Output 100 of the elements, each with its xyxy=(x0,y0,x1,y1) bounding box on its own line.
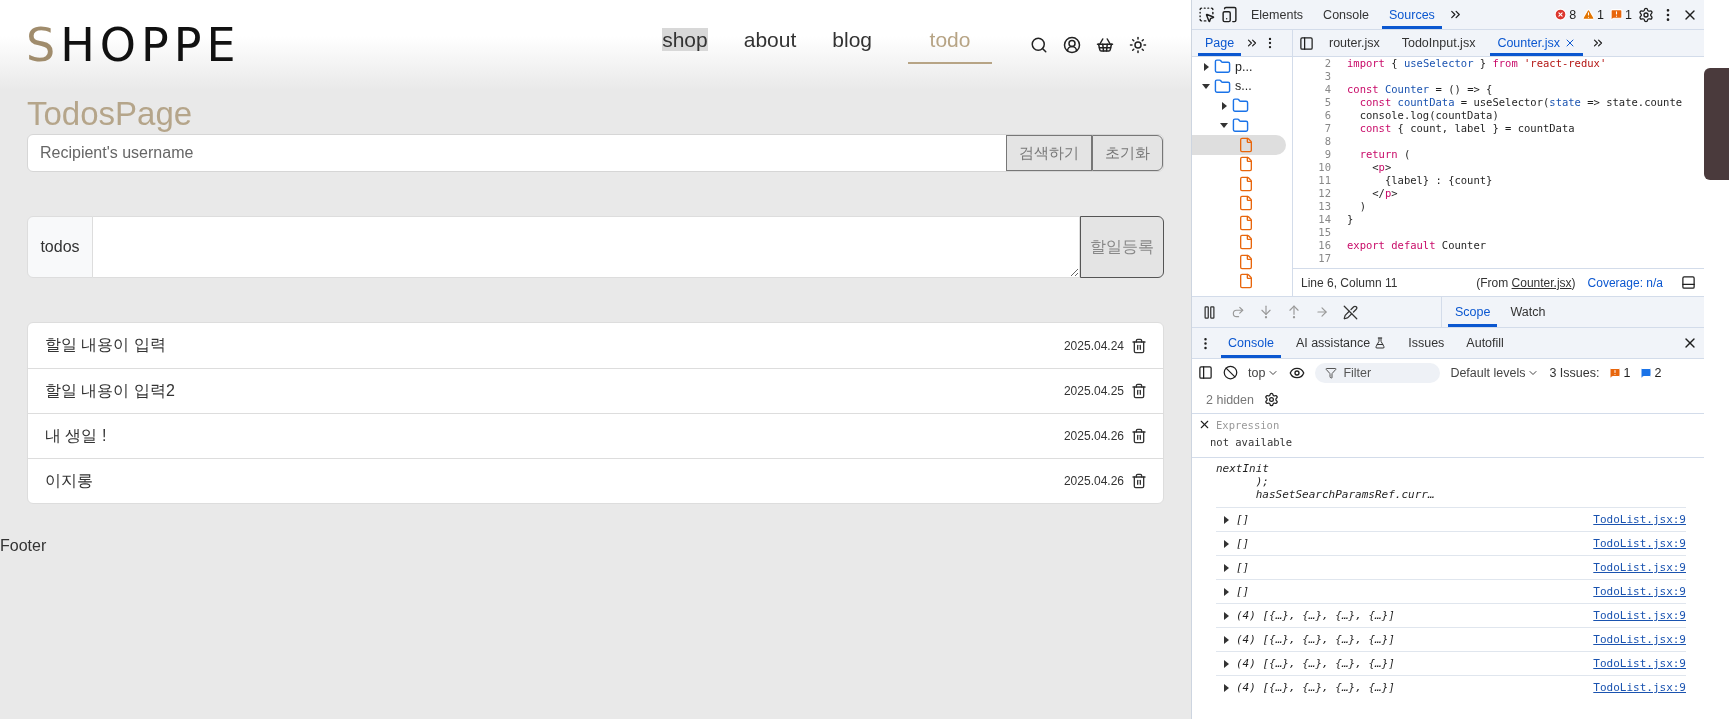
log-message[interactable]: (4) [{…}, {…}, {…}, {…}] xyxy=(1236,609,1588,622)
drawer-tab[interactable]: Console xyxy=(1221,328,1281,358)
caret-icon xyxy=(1202,82,1210,91)
log-message[interactable]: (4) [{…}, {…}, {…}, {…}] xyxy=(1236,681,1588,694)
issue-icon xyxy=(1609,366,1622,379)
user-icon[interactable] xyxy=(1063,36,1081,54)
remove-expression-icon[interactable] xyxy=(1198,418,1211,431)
folder-tree-item[interactable]: s... xyxy=(1192,76,1286,96)
file-icon xyxy=(1238,195,1254,212)
issue-icon xyxy=(1610,8,1624,21)
source-link[interactable]: TodoList.jsx:9 xyxy=(1593,657,1686,670)
expand-icon[interactable] xyxy=(1222,539,1230,548)
caret-icon xyxy=(1202,62,1210,71)
file-icon xyxy=(1238,273,1254,290)
clear-console-icon[interactable] xyxy=(1223,365,1238,380)
step-over-icon[interactable] xyxy=(1231,305,1245,319)
source-link[interactable]: TodoList.jsx:9 xyxy=(1593,633,1686,646)
devtools-tab[interactable]: Elements xyxy=(1244,0,1311,29)
filter-icon xyxy=(1325,366,1338,379)
log-message[interactable]: (4) [{…}, {…}, {…}, {…}] xyxy=(1236,657,1588,670)
expand-icon[interactable] xyxy=(1222,611,1230,620)
nav-link[interactable]: about xyxy=(743,26,797,64)
file-icon xyxy=(1238,175,1254,192)
file-tree-item[interactable] xyxy=(1192,135,1286,155)
error-count[interactable]: 8 xyxy=(1554,7,1577,22)
sidebar-tab[interactable]: Watch xyxy=(1503,297,1553,327)
search-button[interactable]: 초기화 xyxy=(1092,135,1163,171)
search-icon[interactable] xyxy=(1030,36,1048,54)
code-line: {label} : {count} xyxy=(1383,174,1493,187)
code-line: console.log(countData) xyxy=(1358,109,1499,122)
expand-icon[interactable] xyxy=(1222,659,1230,668)
expression-value: not available xyxy=(1209,436,1294,448)
folder-icon xyxy=(1232,97,1249,115)
log-message[interactable]: [] xyxy=(1236,537,1588,550)
inspect-icon[interactable] xyxy=(1198,6,1215,23)
warning-count[interactable]: 1 xyxy=(1582,7,1605,22)
todo-text: 내 생일 ! xyxy=(45,425,108,446)
trash-icon[interactable] xyxy=(1131,428,1147,444)
issue-count[interactable]: 1 xyxy=(1610,7,1632,22)
source-link[interactable]: Counter.jsx xyxy=(1511,275,1572,290)
folder-tree-item[interactable]: p... xyxy=(1192,57,1286,77)
sun-icon[interactable] xyxy=(1129,36,1147,54)
source-link[interactable]: TodoList.jsx:9 xyxy=(1593,681,1686,694)
file-tab[interactable]: Counter.jsx xyxy=(1490,30,1583,56)
code-line: const countData = useSelector(state => state.counte xyxy=(1358,96,1683,109)
devtools-tab[interactable]: Console xyxy=(1316,0,1376,29)
sidebar-toggle-icon[interactable] xyxy=(1198,365,1213,380)
log-message[interactable]: [] xyxy=(1236,561,1588,574)
source-link[interactable]: TodoList.jsx:9 xyxy=(1593,561,1686,574)
line-number: 7 xyxy=(1323,122,1331,135)
code-line: </p> xyxy=(1371,187,1398,200)
source-link[interactable]: TodoList.jsx:9 xyxy=(1593,585,1686,598)
caret-icon xyxy=(1220,101,1228,110)
line-number: 12 xyxy=(1317,187,1331,200)
log-text: nextInit xyxy=(1215,462,1269,475)
trash-icon[interactable] xyxy=(1131,383,1147,399)
log-message[interactable]: (4) [{…}, {…}, {…}, {…}] xyxy=(1236,633,1588,646)
expand-icon[interactable] xyxy=(1222,635,1230,644)
search-button[interactable]: 검색하기 xyxy=(1006,135,1092,171)
search-field[interactable]: Recipient's username 검색하기 초기화 xyxy=(27,134,1164,172)
trash-icon[interactable] xyxy=(1131,337,1147,354)
log-message[interactable]: [] xyxy=(1236,585,1588,598)
settings-icon[interactable] xyxy=(1263,392,1279,407)
source-link[interactable]: TodoList.jsx:9 xyxy=(1593,537,1686,550)
line-number: 16 xyxy=(1317,239,1331,252)
line-number: 14 xyxy=(1317,213,1331,226)
code-line: <p> xyxy=(1371,161,1392,174)
source-link[interactable]: TodoList.jsx:9 xyxy=(1593,609,1686,622)
context-dropdown[interactable]: top xyxy=(1248,365,1280,380)
line-number: 15 xyxy=(1317,226,1331,239)
drawer-toggle-icon[interactable] xyxy=(1681,275,1696,290)
log-message[interactable]: [] xyxy=(1236,513,1588,526)
levels-dropdown[interactable]: Default levels xyxy=(1450,365,1540,380)
drawer-tab[interactable]: AI assistance xyxy=(1288,328,1394,358)
file-tab[interactable]: router.jsx xyxy=(1322,30,1387,56)
file-icon xyxy=(1238,253,1254,270)
issue-info-count[interactable]: 2 xyxy=(1640,365,1662,380)
trash-icon[interactable] xyxy=(1131,473,1147,489)
issue-warning-count[interactable]: 1 xyxy=(1609,365,1631,380)
basket-icon[interactable] xyxy=(1096,36,1114,54)
device-icon[interactable] xyxy=(1221,6,1238,23)
drawer-tab[interactable]: Autofill xyxy=(1459,328,1511,358)
expand-icon[interactable] xyxy=(1222,587,1230,596)
coverage-link[interactable]: Coverage: n/a xyxy=(1587,275,1663,290)
cursor-position: Line 6, Column 11 xyxy=(1301,275,1398,290)
drawer-tab[interactable]: Issues xyxy=(1401,328,1452,358)
settings-icon[interactable] xyxy=(1638,6,1654,23)
issues-label: 3 Issues: xyxy=(1549,365,1600,380)
filter-field[interactable]: Filter xyxy=(1315,362,1441,383)
sidebar-toggle-icon[interactable] xyxy=(1299,35,1314,51)
source-link[interactable]: TodoList.jsx:9 xyxy=(1593,513,1686,526)
expand-icon[interactable] xyxy=(1222,563,1230,572)
expand-icon[interactable] xyxy=(1222,683,1230,692)
nav-link[interactable]: blog xyxy=(832,26,872,64)
file-icon xyxy=(1238,214,1254,231)
expand-icon[interactable] xyxy=(1222,515,1230,524)
pause-icon[interactable] xyxy=(1202,304,1217,320)
deactivate-breakpoints-icon[interactable] xyxy=(1343,304,1358,320)
file-tab[interactable]: TodoInput.jsx xyxy=(1394,30,1483,56)
line-number: 5 xyxy=(1323,96,1331,109)
